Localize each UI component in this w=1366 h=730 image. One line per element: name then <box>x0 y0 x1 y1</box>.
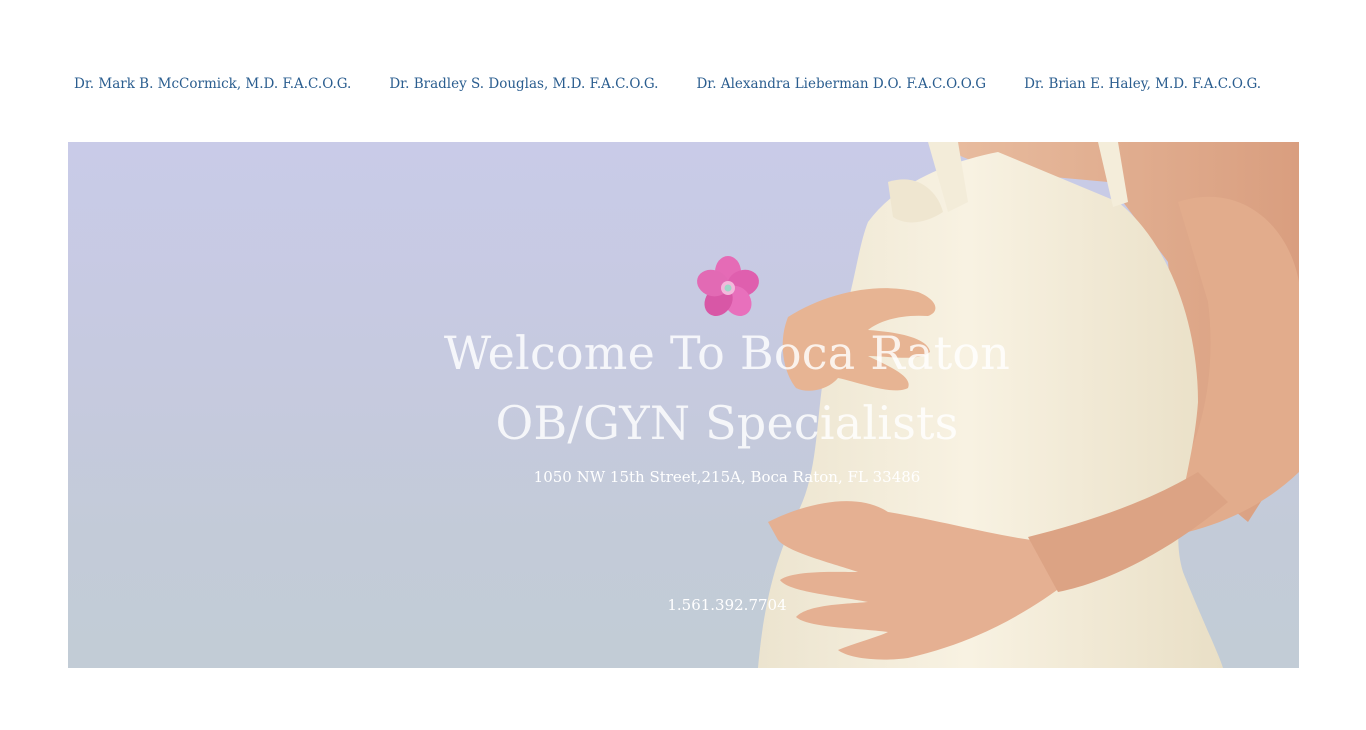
page: Dr. Mark B. McCormick, M.D. F.A.C.O.G. D… <box>0 0 1366 730</box>
nav-link-douglas[interactable]: Dr. Bradley S. Douglas, M.D. F.A.C.O.G. <box>389 74 658 94</box>
hero-banner: Welcome To Boca Raton OB/GYN Specialists… <box>68 142 1299 668</box>
hero-content: Welcome To Boca Raton OB/GYN Specialists… <box>68 142 1299 668</box>
hero-title: Welcome To Boca Raton OB/GYN Specialists <box>68 318 1299 458</box>
nav-link-haley[interactable]: Dr. Brian E. Haley, M.D. F.A.C.O.G. <box>1024 74 1261 94</box>
pink-flower-icon <box>697 256 759 316</box>
doctors-nav: Dr. Mark B. McCormick, M.D. F.A.C.O.G. D… <box>74 74 1261 94</box>
hero-address: 1050 NW 15th Street,215A, Boca Raton, FL… <box>533 468 921 486</box>
hero-phone-link[interactable]: 1.561.392.7704 <box>68 596 1299 614</box>
hero-title-line2: OB/GYN Specialists <box>495 396 959 450</box>
nav-link-mccormick[interactable]: Dr. Mark B. McCormick, M.D. F.A.C.O.G. <box>74 74 351 94</box>
nav-link-lieberman[interactable]: Dr. Alexandra Lieberman D.O. F.A.C.O.O.G <box>696 74 986 94</box>
hero-title-line1: Welcome To Boca Raton <box>443 326 1011 380</box>
